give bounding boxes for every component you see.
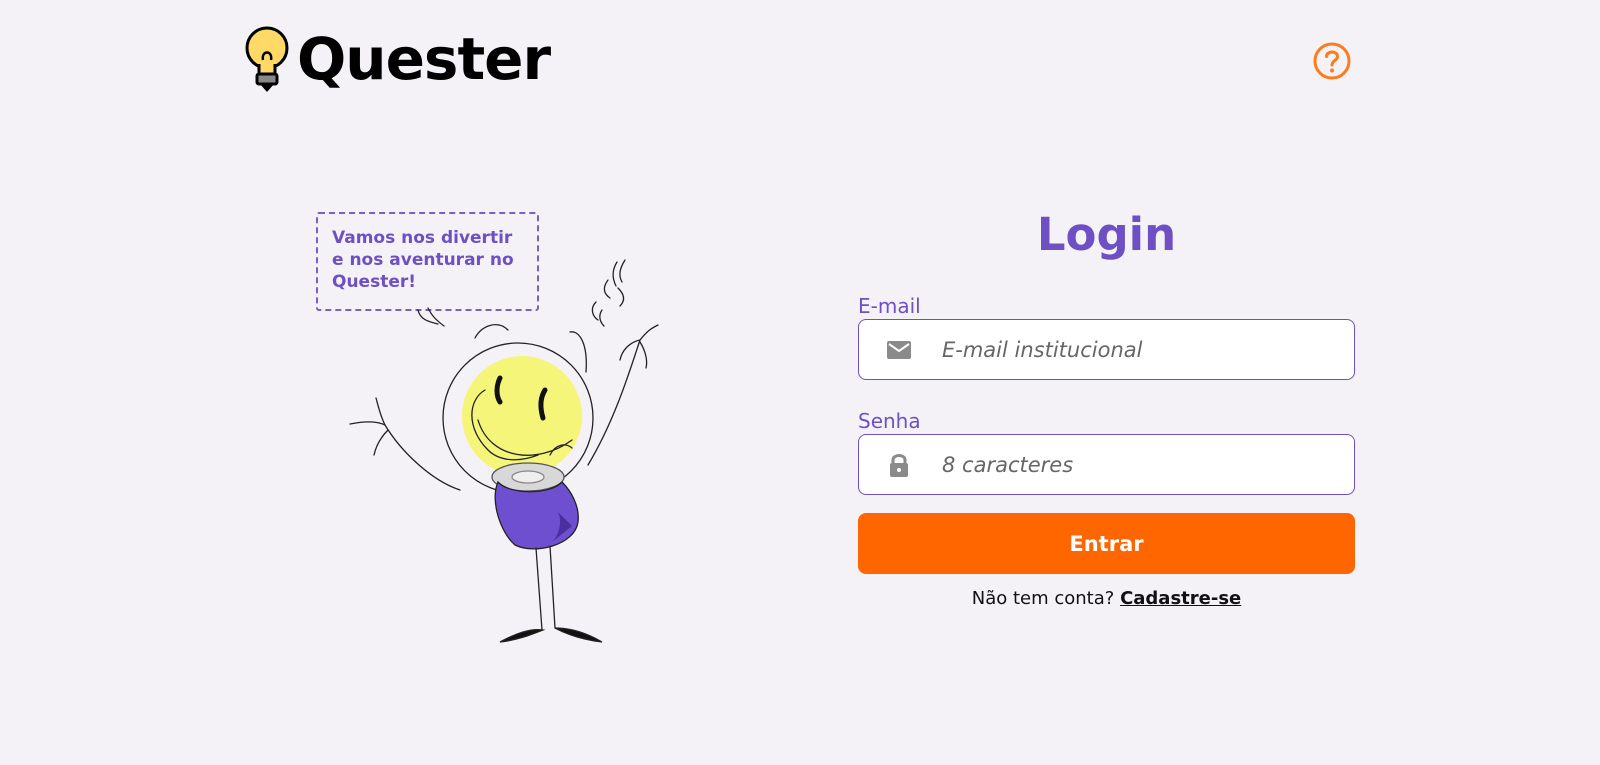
signup-line: Não tem conta? Cadastre-se [858,587,1355,611]
submit-button[interactable]: Entrar [858,513,1355,574]
password-field[interactable] [858,434,1355,495]
speech-line: Vamos nos divertir [332,228,513,248]
signup-prompt: Não tem conta? [971,588,1115,609]
email-input[interactable] [940,329,1340,370]
brand-logo[interactable]: Quester [243,25,551,96]
login-title: Login [1036,208,1177,261]
question-circle-icon [1313,42,1351,80]
help-button[interactable] [1312,41,1352,81]
lightbulb-mascot-illustration [349,259,659,643]
lock-icon [886,452,912,478]
password-label: Senha [858,409,921,433]
email-label: E-mail [858,294,921,318]
email-field[interactable] [858,319,1355,380]
lightbulb-logo-icon [245,26,289,92]
password-input[interactable] [940,444,1340,485]
signup-link[interactable]: Cadastre-se [1120,588,1241,609]
brand-name: Quester [297,25,551,93]
envelope-icon [886,337,912,363]
